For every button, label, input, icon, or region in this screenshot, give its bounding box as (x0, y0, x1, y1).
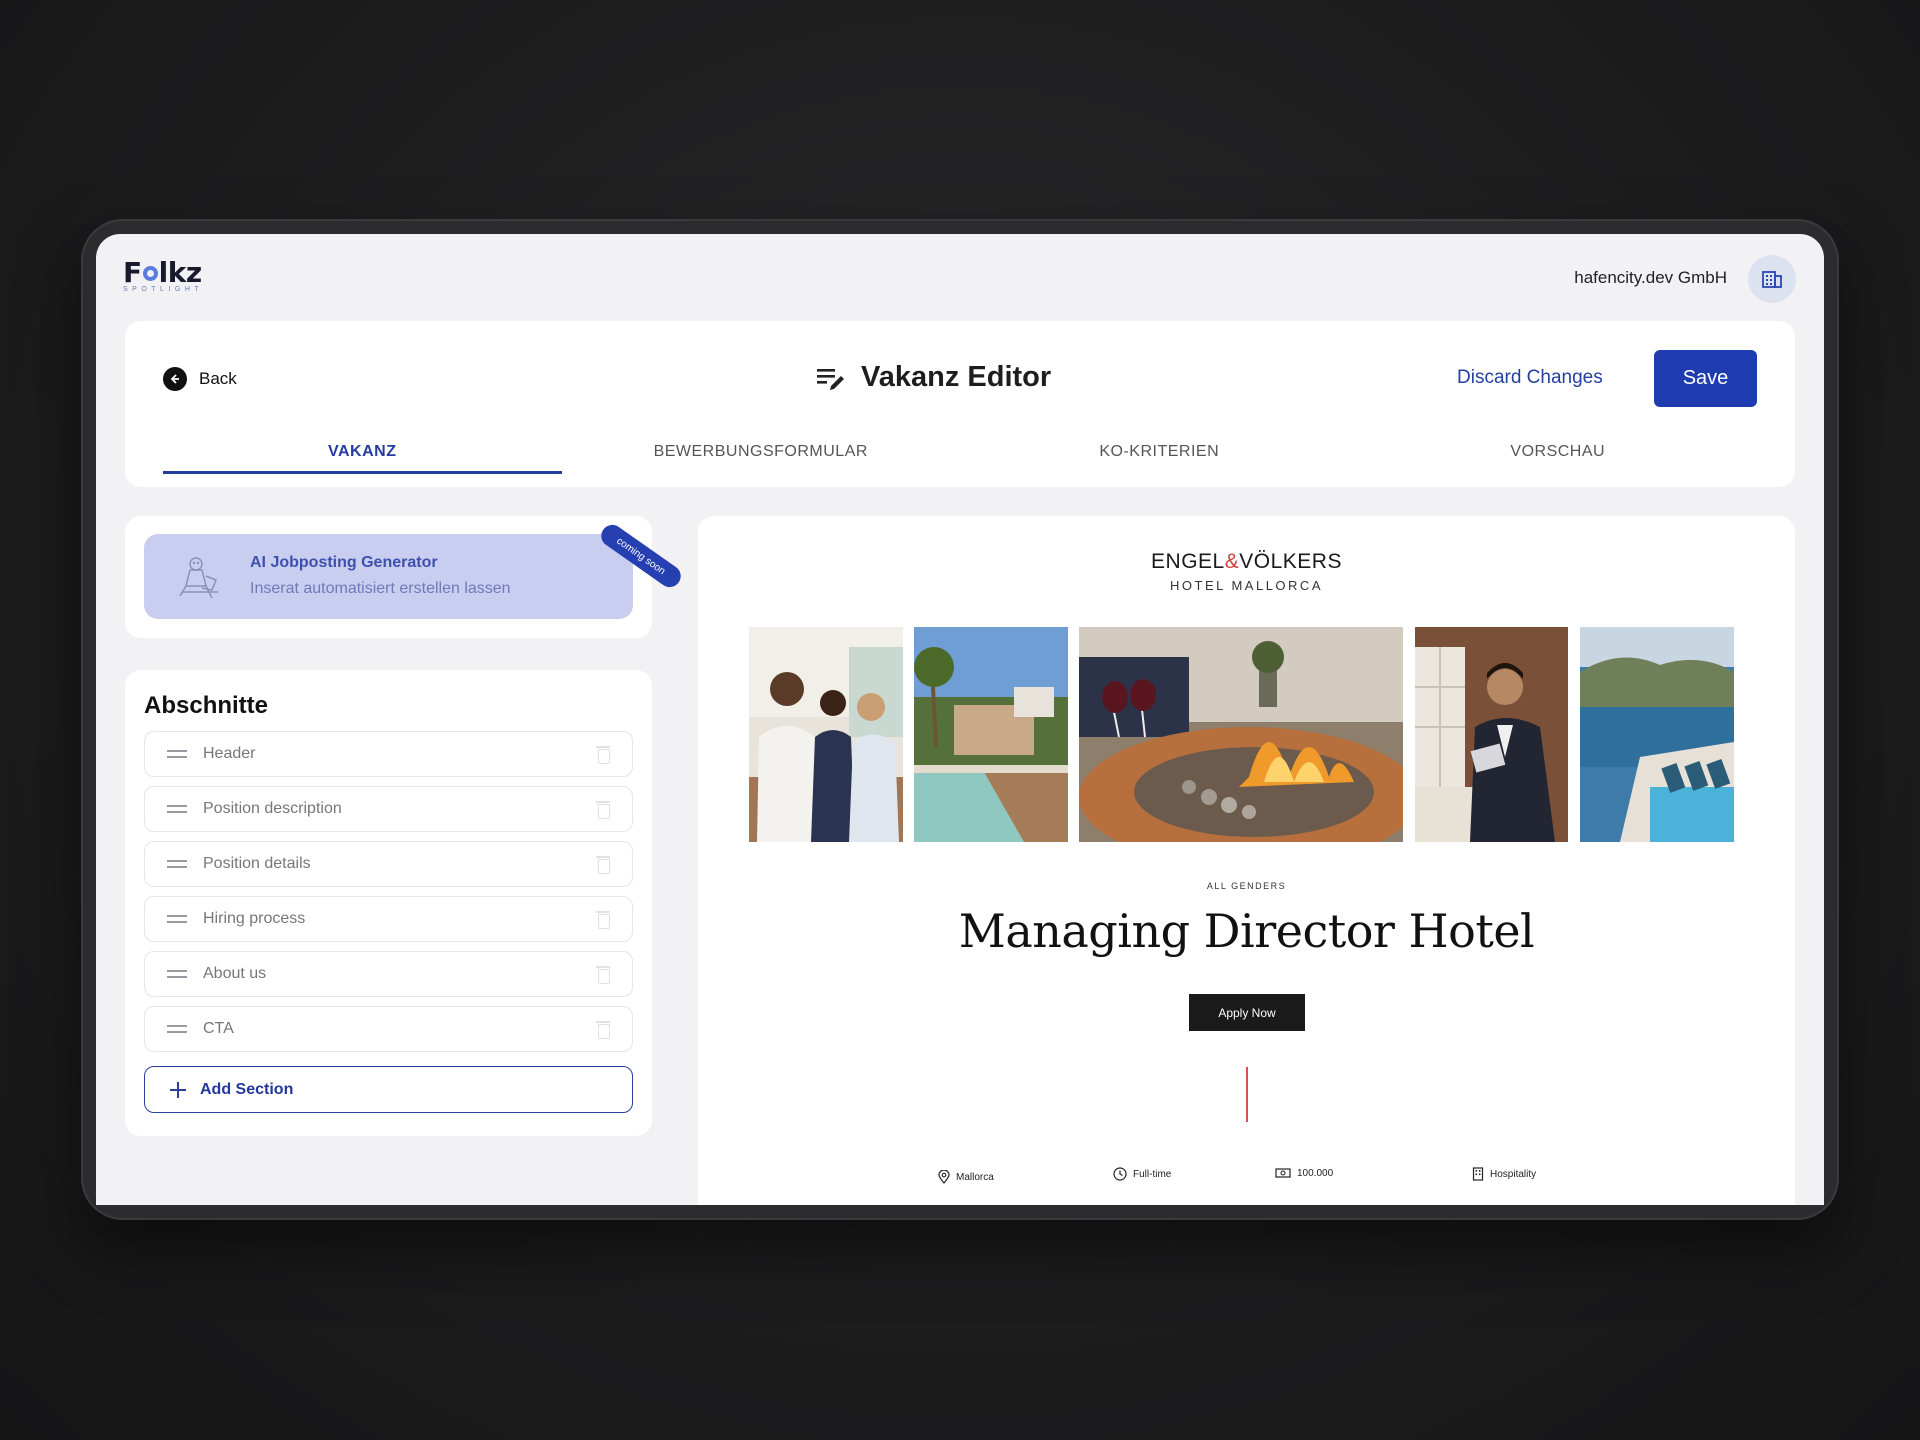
section-label: CTA (203, 1020, 234, 1037)
vacancy-preview: ENGEL&VÖLKERS HOTEL MALLORCA ALL GENDERS… (698, 516, 1795, 1205)
robot-illustration-icon (179, 557, 218, 599)
photo-fire-pit (1079, 627, 1403, 842)
photo-hotel-manager (1415, 627, 1568, 842)
meta-salary-label: 100.000 (1297, 1167, 1334, 1179)
section-item-position-details[interactable]: Position details (144, 841, 633, 887)
drag-handle-icon[interactable] (167, 805, 187, 813)
discard-changes-button[interactable]: Discard Changes (1457, 367, 1603, 389)
decorative-divider (1246, 1067, 1248, 1122)
meta-industry-label: Hospitality (1490, 1168, 1537, 1180)
gender-label: ALL GENDERS (1206, 881, 1287, 891)
section-item-hiring-process[interactable]: Hiring process (144, 896, 633, 942)
company-switch-button[interactable] (1748, 255, 1796, 303)
app-logo[interactable]: Flkz SPOTLIGHT (123, 258, 213, 298)
location-pin-icon (938, 1170, 950, 1184)
app-screen: Flkz SPOTLIGHT hafencity.dev GmbH Back V… (96, 234, 1824, 1205)
money-icon (1275, 1168, 1291, 1178)
building-icon (1472, 1167, 1484, 1181)
arrow-left-icon (163, 367, 187, 391)
section-item-position-description[interactable]: Position description (144, 786, 633, 832)
drag-handle-icon[interactable] (167, 1025, 187, 1033)
section-label: Position details (203, 855, 311, 872)
meta-location-label: Mallorca (956, 1171, 994, 1183)
section-label: Hiring process (203, 910, 306, 927)
sections-title: Abschnitte (144, 692, 269, 719)
ai-generator-button[interactable]: AI Jobposting Generator Inserat automati… (144, 534, 633, 619)
editor-header: Back Vakanz Editor Discard Changes Save … (125, 321, 1795, 487)
tab-vakanz[interactable]: VAKANZ (163, 433, 562, 474)
photo-coastal-pool (1580, 627, 1734, 842)
company-name: hafencity.dev GmbH (1574, 268, 1727, 287)
section-item-about-us[interactable]: About us (144, 951, 633, 997)
edit-list-icon (817, 368, 844, 390)
editor-tabs: VAKANZ BEWERBUNGSFORMULAR KO-KRITERIEN V… (163, 433, 1758, 474)
trash-icon[interactable] (596, 856, 610, 874)
section-label: Position description (203, 800, 342, 817)
building-icon (1762, 271, 1782, 288)
job-title: Managing Director Hotel (958, 904, 1535, 958)
drag-handle-icon[interactable] (167, 915, 187, 923)
section-item-header[interactable]: Header (144, 731, 633, 777)
save-button[interactable]: Save (1654, 350, 1757, 407)
drag-handle-icon[interactable] (167, 970, 187, 978)
meta-salary: 100.000 (1275, 1167, 1333, 1179)
tab-vorschau[interactable]: VORSCHAU (1359, 433, 1758, 473)
trash-icon[interactable] (596, 966, 610, 984)
brand-logo: ENGEL&VÖLKERS HOTEL MALLORCA (698, 550, 1795, 593)
back-label: Back (199, 369, 237, 388)
page-title: Vakanz Editor (861, 361, 1052, 393)
meta-location: Mallorca (938, 1170, 994, 1184)
brand-wordmark: ENGEL&VÖLKERS (1151, 550, 1342, 573)
meta-employment-label: Full-time (1133, 1168, 1172, 1180)
ai-generator-subtitle: Inserat automatisiert erstellen lassen (250, 580, 511, 597)
meta-industry: Hospitality (1472, 1167, 1536, 1181)
trash-icon[interactable] (596, 801, 610, 819)
tab-ko-kriterien[interactable]: KO-KRITERIEN (960, 433, 1359, 473)
plus-icon (170, 1081, 186, 1098)
section-label: Header (203, 745, 256, 762)
photo-pool-garden (914, 627, 1068, 842)
trash-icon[interactable] (596, 911, 610, 929)
photo-meeting (749, 627, 903, 842)
add-section-button[interactable]: Add Section (144, 1066, 633, 1113)
tab-bewerbungsformular[interactable]: BEWERBUNGSFORMULAR (562, 433, 961, 473)
logo-wordmark: Flkz (123, 256, 202, 289)
section-label: About us (203, 965, 267, 982)
trash-icon[interactable] (596, 1021, 610, 1039)
drag-handle-icon[interactable] (167, 750, 187, 758)
clock-icon (1113, 1167, 1127, 1181)
ai-generator-title: AI Jobposting Generator (250, 554, 438, 571)
brand-subtitle: HOTEL MALLORCA (1170, 578, 1323, 593)
apply-now-button[interactable]: Apply Now (1189, 994, 1305, 1031)
back-button[interactable]: Back (163, 367, 237, 391)
add-section-label: Add Section (200, 1080, 294, 1098)
section-item-cta[interactable]: CTA (144, 1006, 633, 1052)
page-title-group: Vakanz Editor (815, 361, 1051, 394)
trash-icon[interactable] (596, 746, 610, 764)
drag-handle-icon[interactable] (167, 860, 187, 868)
meta-employment-type: Full-time (1113, 1167, 1171, 1181)
ai-generator-card: AI Jobposting Generator Inserat automati… (125, 516, 685, 638)
sections-panel: Abschnitte Header Position description P… (125, 670, 652, 1136)
logo-o-icon (142, 264, 159, 284)
